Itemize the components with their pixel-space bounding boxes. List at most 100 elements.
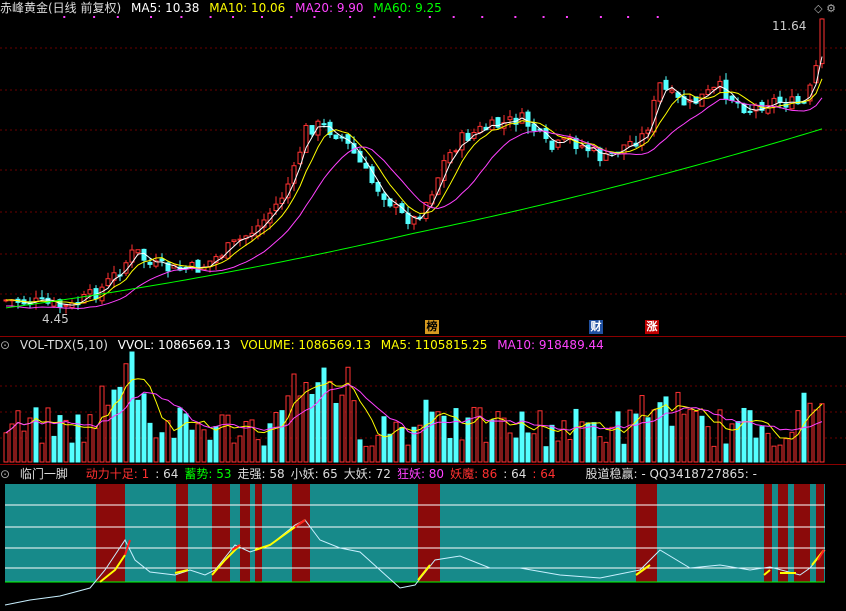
marker-limit-up[interactable]: 涨 bbox=[645, 320, 659, 334]
candle-body bbox=[507, 116, 513, 121]
volume-bar bbox=[3, 432, 9, 463]
candle-body bbox=[657, 82, 663, 102]
volume-bar bbox=[783, 438, 789, 463]
signal-dot bbox=[398, 16, 401, 18]
indicator-item: 大妖: 72 bbox=[343, 467, 391, 481]
volume-bar bbox=[81, 441, 87, 463]
stock-chart[interactable] bbox=[0, 0, 846, 611]
candle-body bbox=[231, 239, 237, 243]
collapse-icon[interactable]: ⊙ bbox=[0, 467, 10, 481]
vol-ma5-label: MA5: 1105815.25 bbox=[380, 338, 488, 352]
signal-dot bbox=[428, 16, 431, 18]
candle-body bbox=[555, 139, 561, 148]
candle-body bbox=[315, 120, 321, 136]
volume-bar bbox=[159, 432, 165, 463]
high-price-label: 11.64 bbox=[772, 19, 807, 33]
ma20-line bbox=[5, 97, 823, 310]
candle-body bbox=[627, 141, 633, 147]
volume-bar bbox=[75, 414, 81, 463]
volume-bar bbox=[627, 409, 633, 463]
indicator-item: : 64 bbox=[503, 467, 527, 481]
volume-bar bbox=[39, 442, 45, 463]
volume-bar bbox=[795, 410, 801, 463]
volume-bar bbox=[777, 444, 783, 463]
indicator-title: 临门一脚 bbox=[19, 467, 68, 481]
candle-body bbox=[579, 145, 585, 148]
signal-dot bbox=[290, 16, 293, 18]
volume-bar bbox=[405, 444, 411, 463]
volume-bar bbox=[645, 417, 651, 463]
volume-bar bbox=[759, 426, 765, 463]
volume-bar bbox=[459, 439, 465, 463]
volume-bar bbox=[285, 395, 291, 463]
volume-bar bbox=[309, 393, 315, 463]
marker-finance[interactable]: 财 bbox=[589, 320, 603, 334]
indicator-item: : 64 bbox=[532, 467, 556, 481]
volume-bar bbox=[111, 389, 117, 463]
volume-bar bbox=[741, 407, 747, 463]
volume-bar bbox=[339, 394, 345, 463]
candle-body bbox=[147, 261, 153, 265]
candle-body bbox=[597, 147, 603, 162]
signal-dot bbox=[63, 16, 66, 18]
volume-bar bbox=[381, 416, 387, 463]
candle-body bbox=[105, 278, 111, 287]
indicator-zone bbox=[212, 484, 230, 582]
indicator-zone bbox=[240, 484, 250, 582]
vol-title: VOL-TDX(5,10) bbox=[19, 338, 108, 352]
volume-bar bbox=[411, 426, 417, 463]
volume-bar bbox=[279, 410, 285, 463]
candle-body bbox=[477, 125, 483, 134]
volume-bar bbox=[165, 420, 171, 463]
volume-bar bbox=[87, 414, 93, 463]
candle-body bbox=[291, 165, 297, 184]
signal-dot bbox=[481, 16, 484, 18]
volume-bar bbox=[573, 408, 579, 463]
volume-bar bbox=[567, 439, 573, 463]
volume-bar bbox=[27, 417, 33, 463]
volume-bar bbox=[471, 406, 477, 463]
signal-dot bbox=[150, 16, 153, 18]
signal-dot bbox=[180, 16, 183, 18]
volume-bar bbox=[69, 442, 75, 463]
volume-bar bbox=[147, 422, 153, 463]
candle-body bbox=[381, 193, 387, 200]
volume-bar bbox=[213, 426, 219, 463]
candle-body bbox=[333, 134, 339, 140]
volume-bar bbox=[771, 445, 777, 463]
volume-bar bbox=[429, 411, 435, 463]
volume-bar bbox=[351, 400, 357, 463]
volume-bar bbox=[369, 445, 375, 463]
volume-bar bbox=[765, 432, 771, 463]
vol-ma10-label: MA10: 918489.44 bbox=[497, 338, 604, 352]
indicator-header: ⊙ 临门一脚 动力十足: 1: 64 蓄势: 53 走强: 58 小妖: 65 大妖: … bbox=[0, 466, 763, 482]
candle-body bbox=[573, 137, 579, 149]
indicator-zone bbox=[96, 484, 125, 582]
vvol-label: VVOL: 1086569.13 bbox=[117, 338, 231, 352]
volume-bar bbox=[417, 424, 423, 463]
volume-bar bbox=[561, 420, 567, 463]
candle-body bbox=[159, 258, 165, 262]
volume-bar bbox=[207, 439, 213, 463]
volume-bar bbox=[723, 443, 729, 463]
volume-label: VOLUME: 1086569.13 bbox=[240, 338, 371, 352]
volume-bar bbox=[537, 410, 543, 463]
volume-bar bbox=[819, 403, 825, 463]
volume-bar bbox=[489, 419, 495, 463]
signal-dot bbox=[656, 16, 659, 18]
volume-bar bbox=[813, 409, 819, 463]
candle-body bbox=[489, 119, 495, 131]
volume-bar bbox=[225, 414, 231, 463]
volume-bar bbox=[669, 425, 675, 463]
volume-bar bbox=[261, 445, 267, 463]
volume-bar bbox=[135, 399, 141, 463]
volume-bar bbox=[345, 366, 351, 463]
volume-bar bbox=[195, 423, 201, 463]
candle-body bbox=[309, 125, 315, 135]
volume-bar bbox=[507, 432, 513, 463]
marker-list[interactable]: 榜 bbox=[425, 320, 439, 334]
candle-body bbox=[39, 297, 45, 300]
volume-bar bbox=[303, 382, 309, 463]
volume-bar bbox=[237, 435, 243, 463]
collapse-icon[interactable]: ⊙ bbox=[0, 338, 10, 352]
